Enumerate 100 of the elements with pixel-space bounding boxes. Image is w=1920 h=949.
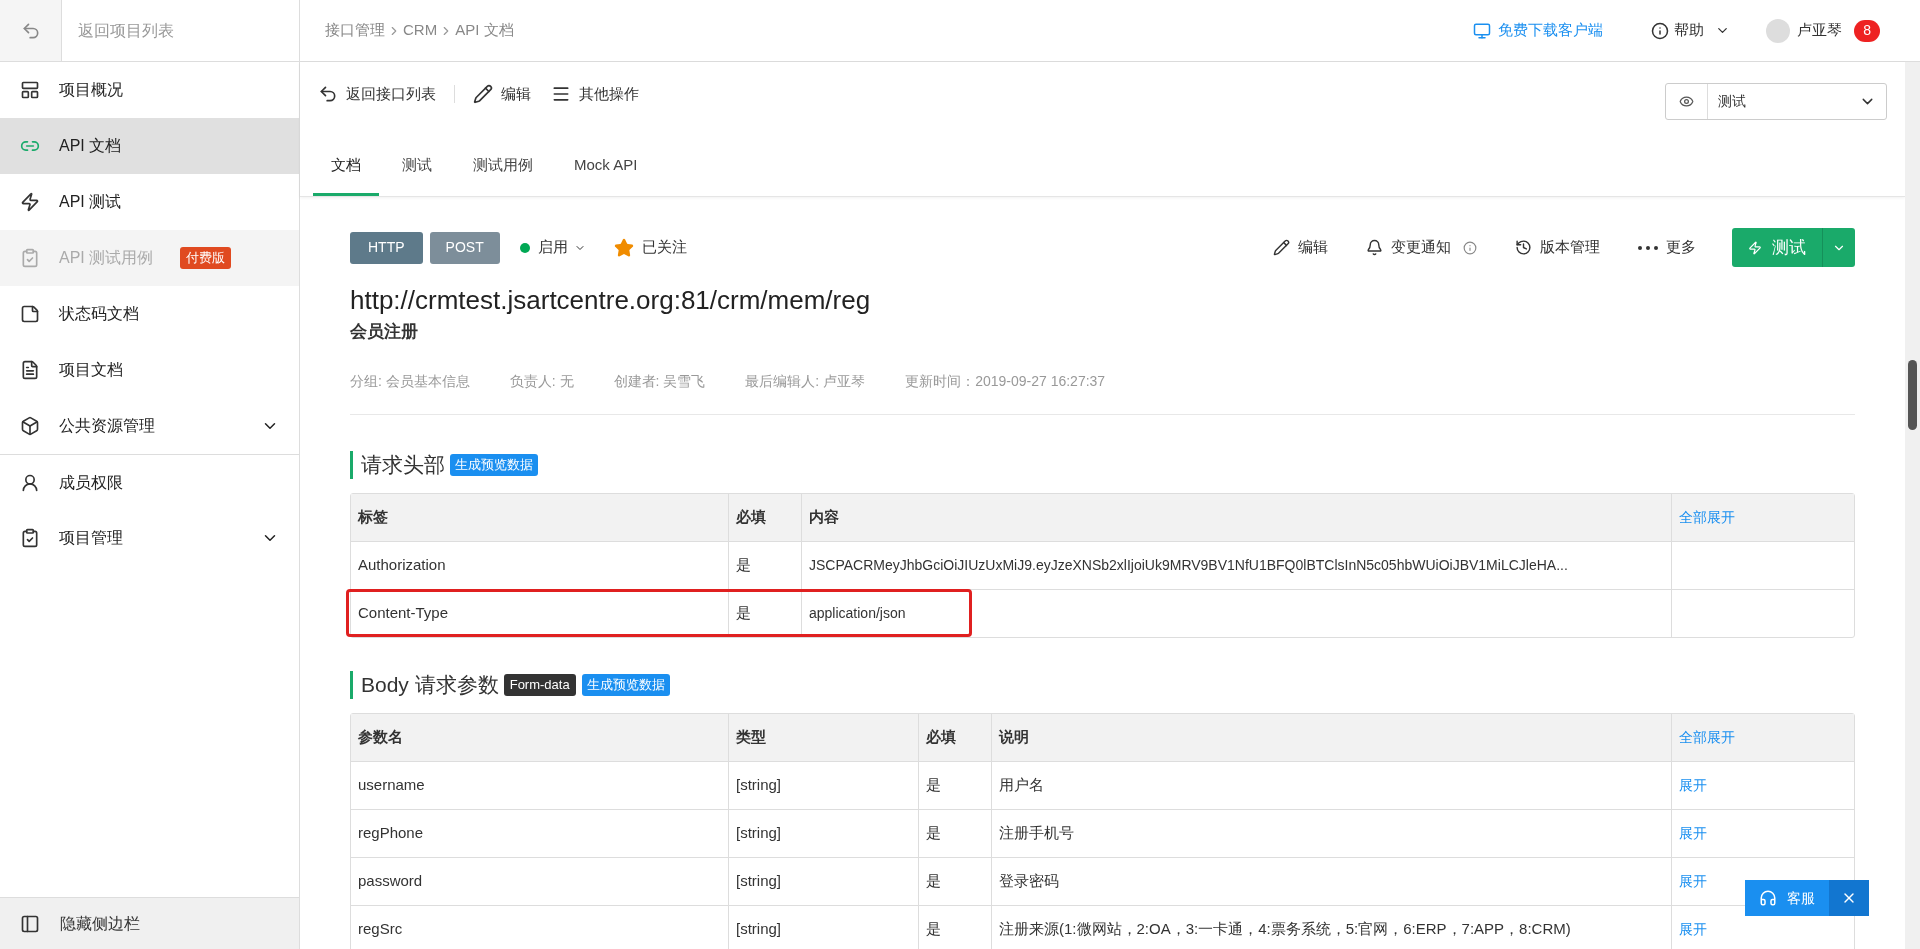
- paid-badge: 付费版: [180, 247, 232, 269]
- table-cell-text: 注册手机号: [999, 822, 1074, 843]
- sidebar-label: 项目文档: [59, 360, 123, 380]
- api-action[interactable]: 版本管理: [1515, 236, 1600, 259]
- section-title: 请求头部: [361, 451, 445, 478]
- api-url: http://crmtest.jsartcentre.org:81/crm/mem/reg: [350, 284, 872, 317]
- column-header: 内容: [809, 506, 839, 527]
- note-icon: [20, 304, 40, 324]
- environment-value: 测试: [1718, 91, 1746, 111]
- expand-link[interactable]: 展开: [1679, 870, 1707, 892]
- expand-link[interactable]: 展开: [1679, 822, 1707, 844]
- headset-icon: [1759, 889, 1777, 907]
- breadcrumb-item[interactable]: 接口管理: [325, 19, 385, 42]
- tab[interactable]: Mock API: [556, 146, 656, 196]
- layout-icon: [20, 80, 40, 100]
- follow-toggle[interactable]: 已关注: [613, 236, 687, 259]
- column-header: 标签: [358, 506, 388, 527]
- table-cell-text: password: [358, 870, 423, 891]
- notification-badge[interactable]: 8: [1854, 19, 1880, 42]
- sidebar-label: 状态码文档: [59, 304, 139, 324]
- table-cell-text: 是: [926, 822, 941, 843]
- api-name: 会员注册: [350, 321, 419, 343]
- table-cell-text: JSCPACRMeyJhbGciOiJIUzUxMiJ9.eyJzeXNSb2xlIjoiUk9MRV9BV1NfU1BFQ0lBTClsInN5c05hbWUiOiJBV1MiLCJleHA...: [809, 555, 1568, 575]
- table-cell-text: [string]: [736, 918, 781, 939]
- table-cell-text: regPhone: [358, 822, 424, 843]
- lightning-icon: [1748, 240, 1762, 255]
- section-title: Body 请求参数: [361, 671, 499, 698]
- toolbar-action[interactable]: 返回接口列表: [318, 82, 436, 106]
- history-icon: [1515, 239, 1532, 256]
- table-cell-text: 是: [736, 554, 751, 575]
- toolbar-action[interactable]: 编辑: [473, 82, 531, 106]
- clipboard-icon: [20, 248, 40, 268]
- sidebar-label: API 文档: [59, 136, 122, 156]
- sidebar-label: 项目概况: [59, 80, 123, 100]
- hide-sidebar-label: 隐藏侧边栏: [60, 913, 140, 934]
- table-cell-text: [string]: [736, 774, 781, 795]
- table-cell-text: 注册来源(1:微网站，2:OA，3:一卡通，4:票务系统，5:官网，6:ERP，7:APP，8:CRM): [999, 918, 1571, 939]
- status-menu[interactable]: 启用: [519, 236, 586, 259]
- meta-info: 分组: 会员基本信息: [350, 371, 470, 391]
- sidebar-label: API 测试用例: [59, 248, 154, 268]
- column-header: 必填: [926, 726, 956, 747]
- monitor-icon: [1472, 21, 1493, 40]
- document-icon: [20, 360, 40, 380]
- table-cell-text: 是: [926, 870, 941, 891]
- eye-icon: [1679, 93, 1694, 109]
- api-action[interactable]: 变更通知: [1366, 236, 1477, 259]
- api-action[interactable]: 编辑: [1273, 236, 1328, 259]
- column-header: 说明: [999, 726, 1029, 747]
- table-cell-text: Authorization: [358, 554, 446, 575]
- scrollbar[interactable]: [1905, 62, 1920, 949]
- download-link[interactable]: 免费下载客户端: [1472, 19, 1604, 42]
- meta-info: 更新时间：2019-09-27 16:27:37: [905, 371, 1106, 391]
- table-cell-text: 是: [926, 774, 941, 795]
- meta-info: 负责人: 无: [509, 371, 574, 391]
- table-cell-text: 是: [736, 602, 751, 623]
- tab[interactable]: 文档: [313, 146, 379, 196]
- pencil-icon: [473, 84, 493, 104]
- sidebar-label: 成员权限: [59, 472, 123, 493]
- api-action[interactable]: 更多: [1638, 236, 1696, 259]
- table-cell-text: username: [358, 774, 425, 795]
- table-cell-text: 是: [926, 918, 941, 939]
- more-icon: [1638, 245, 1658, 250]
- table-cell-text: 用户名: [999, 774, 1044, 795]
- table-cell-text: Content-Type: [358, 602, 449, 623]
- user-icon: [20, 472, 40, 493]
- meta-info: 最后编辑人: 卢亚琴: [745, 371, 866, 391]
- column-header: 必填: [736, 506, 766, 527]
- breadcrumb-item[interactable]: API 文档: [455, 19, 514, 42]
- sidebar-item[interactable]: API 文档: [0, 118, 299, 174]
- table-cell-text: 登录密码: [999, 870, 1059, 891]
- undo-icon: [20, 20, 41, 41]
- protocol-badge: HTTP: [350, 231, 423, 264]
- cube-icon: [20, 416, 40, 436]
- breadcrumb-item[interactable]: CRM: [403, 19, 438, 42]
- tab[interactable]: 测试用例: [455, 146, 551, 196]
- table-cell-text: application/json: [809, 603, 906, 623]
- info-icon: [1651, 21, 1670, 40]
- column-header: 参数名: [358, 726, 403, 747]
- column-header: 类型: [736, 726, 766, 747]
- expand-link[interactable]: 展开: [1679, 774, 1707, 796]
- sidebar-label: API 测试: [59, 192, 122, 212]
- lightning-icon: [20, 192, 40, 212]
- info-icon: [1463, 240, 1477, 255]
- table-cell-text: regSrc: [358, 918, 403, 939]
- sidebar-label: 公共资源管理: [59, 416, 155, 436]
- environment-select[interactable]: 测试: [1665, 82, 1887, 120]
- pencil-icon: [1273, 239, 1290, 256]
- menu-icon: [551, 84, 571, 104]
- expand-link[interactable]: 展开: [1679, 918, 1707, 940]
- tab[interactable]: 测试: [384, 146, 450, 196]
- user-name[interactable]: 卢亚琴: [1797, 19, 1843, 42]
- table-cell-text: [string]: [736, 822, 781, 843]
- meta-info: 创建者: 吴雪飞: [613, 371, 706, 391]
- toolbar-action[interactable]: 其他操作: [551, 82, 639, 106]
- help-menu[interactable]: 帮助: [1651, 19, 1731, 42]
- hide-sidebar-bar[interactable]: 隐藏侧边栏: [0, 897, 299, 949]
- undo-icon: [318, 84, 338, 104]
- clipboard-icon: [20, 528, 40, 548]
- sidebar-label: 项目管理: [59, 528, 123, 548]
- method-badge: POST: [429, 231, 500, 264]
